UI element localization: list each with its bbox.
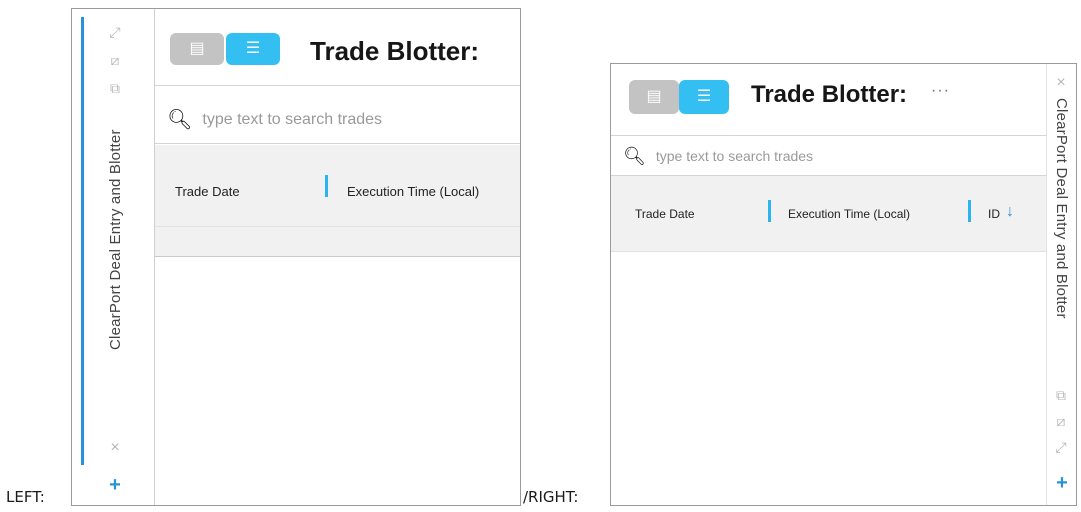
list-icon: ☰ xyxy=(245,40,261,57)
expand-icon[interactable]: ⤢ xyxy=(1053,440,1069,456)
page-title: Trade Blotter: xyxy=(310,36,480,66)
search-bar: 🔍︎ xyxy=(611,136,1046,176)
column-resize-handle[interactable] xyxy=(325,175,328,197)
right-dock-strip: × ClearPort Deal Entry and Blotter ⧉ ⧄ ⤢… xyxy=(1046,64,1076,505)
dock-vertical-title[interactable]: ClearPort Deal Entry and Blotter xyxy=(107,129,124,429)
dock-vertical-title[interactable]: ClearPort Deal Entry and Blotter xyxy=(1053,98,1070,398)
page-title: Trade Blotter: xyxy=(751,81,908,108)
deal-entry-icon: ▤ xyxy=(189,40,205,57)
sort-down-arrow-icon[interactable]: ↓ xyxy=(1006,203,1014,221)
left-screenshot: ⤢ ⧄ ⧉ ClearPort Deal Entry and Blotter ×… xyxy=(71,8,521,506)
search-bar: 🔍︎ xyxy=(155,96,520,144)
column-header-execution-time[interactable]: Execution Time (Local) xyxy=(788,207,910,221)
right-screenshot: ▤ ☰ Trade Blotter: ··· 🔍︎ Trade Date Exe… xyxy=(610,63,1077,506)
column-header-execution-time[interactable]: Execution Time (Local) xyxy=(347,184,479,199)
caption-right: /RIGHT: xyxy=(523,488,579,506)
list-view-button[interactable]: ☰ xyxy=(679,80,729,114)
left-dock-strip: ⤢ ⧄ ⧉ ClearPort Deal Entry and Blotter ×… xyxy=(72,9,152,505)
deal-entry-button[interactable]: ▤ xyxy=(629,80,679,114)
grid-divider xyxy=(155,226,520,227)
column-header-trade-date[interactable]: Trade Date xyxy=(635,207,695,221)
more-options-button[interactable]: ··· xyxy=(931,82,950,100)
list-view-button[interactable]: ☰ xyxy=(226,33,280,65)
list-icon: ☰ xyxy=(696,88,712,105)
close-icon[interactable]: × xyxy=(1053,75,1069,92)
grid-header: Trade Date Execution Time (Local) xyxy=(155,145,520,257)
close-icon[interactable]: × xyxy=(107,440,123,457)
column-resize-handle[interactable] xyxy=(768,200,771,222)
trade-blotter-panel: ▤ ☰ Trade Blotter: 🔍︎ Trade Date Executi… xyxy=(154,9,520,505)
blotter-toolbar: ▤ ☰ Trade Blotter: ··· xyxy=(611,64,1046,136)
popout-icon[interactable]: ⧄ xyxy=(1053,414,1069,430)
column-resize-handle[interactable] xyxy=(968,200,971,222)
restore-icon[interactable]: ⧉ xyxy=(1053,388,1069,404)
popout-icon[interactable]: ⧄ xyxy=(107,53,123,69)
column-header-trade-date[interactable]: Trade Date xyxy=(175,184,240,199)
blotter-toolbar: ▤ ☰ Trade Blotter: xyxy=(155,9,520,86)
column-header-id[interactable]: ID xyxy=(988,207,1000,221)
search-input[interactable] xyxy=(655,147,956,164)
deal-entry-button[interactable]: ▤ xyxy=(170,33,224,65)
dock-accent-bar xyxy=(81,17,84,465)
add-panel-button[interactable]: + xyxy=(1054,473,1070,493)
grid-header: Trade Date Execution Time (Local) ID ↓ xyxy=(611,176,1046,252)
trade-blotter-panel: ▤ ☰ Trade Blotter: ··· 🔍︎ Trade Date Exe… xyxy=(611,64,1046,505)
search-icon: 🔍︎ xyxy=(623,145,646,166)
expand-icon[interactable]: ⤢ xyxy=(107,25,123,41)
caption-left: LEFT: xyxy=(6,488,45,506)
grid-divider xyxy=(611,251,1046,252)
restore-icon[interactable]: ⧉ xyxy=(107,81,123,97)
search-input[interactable] xyxy=(202,110,503,129)
deal-entry-icon: ▤ xyxy=(646,88,662,105)
search-icon: 🔍︎ xyxy=(167,108,193,131)
add-panel-button[interactable]: + xyxy=(107,475,123,495)
